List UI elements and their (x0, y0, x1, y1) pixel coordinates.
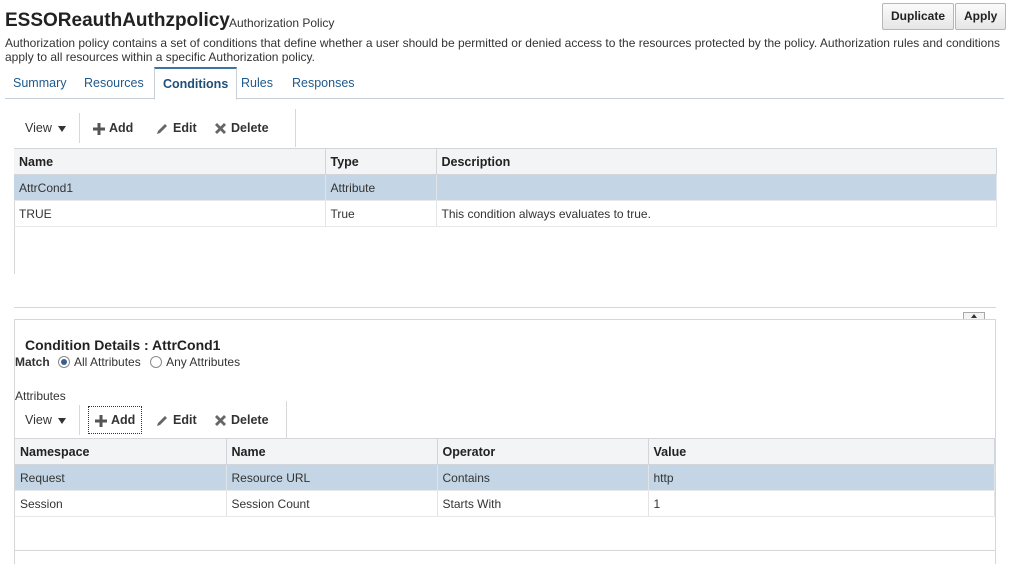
attributes-edit-button[interactable]: Edit (156, 401, 197, 439)
cell-value: http (648, 464, 995, 491)
duplicate-button[interactable]: Duplicate (882, 3, 955, 30)
conditions-add-button[interactable]: Add (93, 109, 133, 147)
plus-icon (93, 122, 105, 135)
delete-label: Delete (231, 121, 269, 135)
cell-type: Attribute (325, 174, 437, 201)
match-label: Match (15, 355, 50, 369)
any-attributes-radio[interactable] (150, 356, 163, 368)
view-label: View (25, 413, 52, 427)
delete-label: Delete (231, 413, 269, 427)
toolbar-divider (79, 113, 80, 143)
cell-type: True (325, 200, 437, 227)
apply-button[interactable]: Apply (955, 3, 1007, 30)
edit-label: Edit (173, 121, 197, 135)
column-header-operator[interactable]: Operator (437, 438, 649, 465)
tab-bar: Summary Resources Conditions Rules Respo… (5, 67, 1004, 100)
toolbar-divider (79, 405, 80, 435)
conditions-toolbar: View Add Edit Delete (14, 109, 296, 147)
conditions-delete-button[interactable]: Delete (214, 109, 269, 147)
add-label: Add (109, 121, 134, 135)
conditions-table: Name Type Description AttrCond1 Attribut… (14, 148, 997, 227)
all-attributes-label: All Attributes (74, 355, 141, 369)
attributes-view-menu[interactable]: View (25, 401, 66, 439)
splitter-line (14, 307, 996, 308)
plus-icon (95, 414, 107, 427)
column-header-value[interactable]: Value (648, 438, 995, 465)
column-header-type[interactable]: Type (325, 148, 437, 175)
conditions-view-menu[interactable]: View (25, 109, 66, 147)
tab-conditions[interactable]: Conditions (154, 67, 238, 100)
pencil-icon (157, 416, 167, 427)
any-attributes-label: Any Attributes (166, 355, 241, 369)
x-icon (215, 415, 226, 427)
table-row[interactable]: Request Resource URL Contains http (15, 464, 995, 491)
column-header-description[interactable]: Description (436, 148, 997, 175)
cell-value: 1 (648, 490, 995, 517)
dropdown-triangle-icon (57, 417, 66, 424)
page-title: ESSOReauthAuthzpolicy (5, 10, 230, 31)
tab-summary[interactable]: Summary (5, 67, 74, 99)
tab-resources[interactable]: Resources (76, 67, 152, 99)
table-row[interactable]: AttrCond1 Attribute (14, 174, 997, 201)
add-label: Add (111, 413, 136, 427)
cell-namespace: Request (15, 464, 227, 491)
column-header-name[interactable]: Name (14, 148, 326, 175)
pencil-icon (157, 124, 167, 135)
table-row[interactable]: TRUE True This condition always evaluate… (14, 200, 997, 227)
table-row[interactable]: Session Session Count Starts With 1 (15, 490, 995, 517)
cell-description (436, 174, 997, 201)
attributes-delete-button[interactable]: Delete (214, 401, 269, 439)
cell-name: Session Count (226, 490, 438, 517)
condition-details-title: Condition Details : AttrCond1 (25, 337, 221, 353)
table-header-row: Name Type Description (14, 148, 997, 175)
table-header-row: Namespace Name Operator Value (15, 438, 995, 465)
edit-label: Edit (173, 413, 197, 427)
cell-name: AttrCond1 (14, 174, 326, 201)
column-header-name[interactable]: Name (226, 438, 438, 465)
cell-description: This condition always evaluates to true. (436, 200, 997, 227)
conditions-edit-button[interactable]: Edit (156, 109, 197, 147)
attributes-table: Namespace Name Operator Value Request Re… (15, 438, 995, 517)
match-options: Match All Attributes Any Attributes (15, 354, 240, 370)
cell-operator: Contains (437, 464, 649, 491)
view-label: View (25, 121, 52, 135)
cell-name: Resource URL (226, 464, 438, 491)
tab-responses[interactable]: Responses (284, 67, 363, 99)
attributes-add-button[interactable]: Add (88, 406, 143, 434)
x-icon (215, 123, 226, 135)
all-attributes-radio[interactable] (58, 356, 71, 368)
cell-name: TRUE (14, 200, 326, 227)
column-header-namespace[interactable]: Namespace (15, 438, 227, 465)
page-subtitle: Authorization Policy (229, 16, 335, 30)
attributes-toolbar: View Add Edit Delete (14, 401, 287, 439)
dropdown-triangle-icon (57, 125, 66, 132)
cell-namespace: Session (15, 490, 227, 517)
table-bottom-border (15, 550, 995, 551)
tab-rules[interactable]: Rules (233, 67, 281, 99)
cell-operator: Starts With (437, 490, 649, 517)
policy-description: Authorization policy contains a set of c… (5, 36, 1001, 64)
